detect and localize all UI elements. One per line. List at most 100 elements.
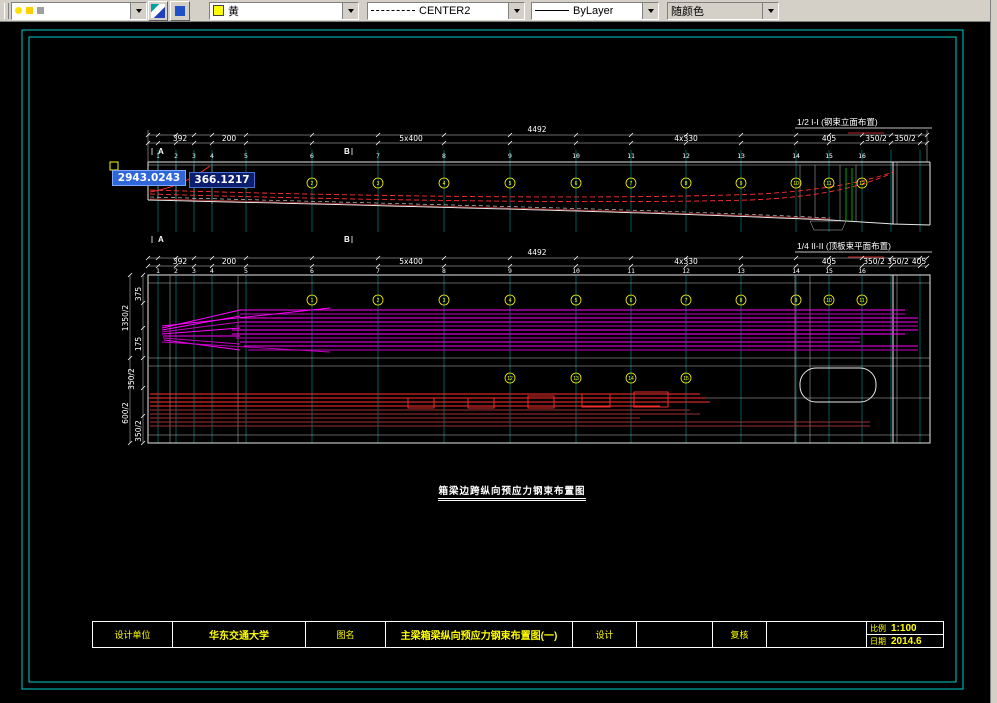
dim-label: 392 — [173, 257, 188, 266]
dim-label: 405 — [822, 134, 837, 143]
station-number: 4 — [210, 267, 214, 275]
bearing-outline — [799, 367, 877, 403]
tendon-marker-label: 6 — [630, 298, 633, 304]
station-number: 10 — [572, 267, 580, 275]
color-combo-value: 黄 — [228, 5, 239, 18]
section-marker-a: A — [151, 147, 164, 156]
linetype-combo-value: CENTER2 — [419, 4, 471, 17]
titleblock-designer-label: 设计 — [573, 622, 637, 647]
dim-label: 4492 — [527, 248, 546, 257]
linetype-sample-icon — [371, 10, 415, 11]
tendon-marker-label: 8 — [685, 181, 688, 187]
layer-previous-button[interactable] — [170, 0, 190, 21]
lineweight-combo[interactable]: ByLayer — [531, 1, 659, 20]
dim-label: 5x400 — [399, 257, 423, 266]
station-number: 6 — [310, 267, 314, 275]
dim-label: 175 — [134, 337, 143, 352]
tendon-marker-label: 3 — [443, 298, 446, 304]
tendon-marker-label: 10 — [826, 298, 832, 304]
drawing-canvas[interactable]: 4492 392 200 5x400 4x330 405 350/2 350/2… — [0, 22, 990, 703]
tendon-marker-label: 8 — [740, 298, 743, 304]
linetype-combo[interactable]: CENTER2 — [367, 1, 525, 20]
station-number: 16 — [858, 267, 866, 275]
toolbar-grip[interactable] — [4, 2, 9, 19]
right-scrollbar[interactable] — [990, 0, 997, 703]
dim-label: 405 — [822, 257, 837, 266]
tendon-marker-label: 11 — [826, 181, 831, 187]
coord-input-x[interactable]: 2943.0243 — [112, 170, 186, 186]
layer-combo-arrow-icon[interactable] — [130, 2, 146, 19]
section-marker-a: A — [151, 235, 164, 244]
dim-label: 4x330 — [674, 134, 698, 143]
station-number: 13 — [737, 267, 745, 275]
tendon-marker-label: 1 — [311, 298, 314, 304]
color-combo[interactable]: 黄 — [209, 1, 359, 20]
section-label: B — [344, 147, 350, 156]
layer-lock-icon — [37, 7, 44, 14]
elevation-view-label: 1/2 I-I (钢束立面布置) — [797, 117, 878, 127]
date-value: 2014.6 — [891, 635, 922, 647]
tendon-marker-label: 3 — [377, 181, 380, 187]
dim-label: 350/2 — [127, 368, 136, 390]
station-number: 7 — [376, 267, 380, 275]
tendon-marker-label: 9 — [795, 298, 798, 304]
tendon-marker-label: 4 — [443, 181, 446, 187]
section-label: A — [158, 235, 164, 244]
pier-top — [809, 220, 847, 231]
color-swatch — [213, 5, 224, 16]
tendon-marker-label: 14 — [628, 376, 634, 382]
station-number: 9 — [508, 267, 512, 275]
plan-view-label: 1/4 II-II (顶板束平面布置) — [797, 241, 891, 251]
layer-on-icon — [15, 7, 22, 14]
tendon-marker-label: 2 — [311, 181, 314, 187]
station-number: 2 — [174, 267, 178, 275]
dim-label: 405 — [912, 257, 927, 266]
title-block: 设计单位 华东交通大学 图名 主梁箱梁纵向预应力钢束布置图(一) 设计 复核 比… — [92, 621, 944, 648]
lineweight-combo-value: ByLayer — [573, 4, 614, 17]
tendon-marker-label: 9 — [740, 181, 743, 187]
layer-properties-button[interactable] — [148, 0, 168, 21]
station-number: 14 — [792, 267, 800, 275]
tendon-marker-label: 7 — [630, 181, 633, 187]
station-number: 8 — [442, 267, 446, 275]
dim-label: 375 — [134, 287, 143, 302]
sheet-inner-frame — [28, 36, 957, 683]
dim-label: 350/2 — [887, 257, 909, 266]
lineweight-sample-icon — [535, 10, 569, 11]
layer-states-icon — [173, 3, 187, 18]
color-combo-arrow-icon[interactable] — [342, 2, 358, 19]
coord-input-y[interactable]: 366.1217 — [189, 172, 255, 188]
plotstyle-combo-arrow-icon[interactable] — [762, 2, 778, 19]
titleblock-drawing-name-value: 主梁箱梁纵向预应力钢束布置图(一) — [386, 622, 573, 647]
cad-drawing: 4492 392 200 5x400 4x330 405 350/2 350/2… — [21, 29, 964, 690]
dim-label: 392 — [173, 134, 188, 143]
tendon-marker-label: 7 — [685, 298, 688, 304]
station-number: 3 — [192, 267, 196, 275]
dim-label: 200 — [222, 257, 237, 266]
tendon-marker-label: 12 — [859, 181, 865, 187]
dim-label: 350/2 — [894, 134, 916, 143]
plotstyle-combo-value: 随颜色 — [671, 5, 704, 18]
tendon-marker-label: 2 — [377, 298, 380, 304]
titleblock-checker-value — [767, 622, 867, 647]
plotstyle-combo[interactable]: 随颜色 — [667, 1, 779, 20]
station-number: 15 — [825, 267, 833, 275]
tendon-marker-label: 15 — [683, 376, 689, 382]
sheet-outer-frame — [21, 29, 964, 690]
dim-label: 200 — [222, 134, 237, 143]
tendon-marker-label: 10 — [793, 181, 799, 187]
section-label: B — [344, 235, 350, 244]
layer-combo[interactable] — [11, 1, 147, 20]
station-number: 11 — [627, 267, 635, 275]
titleblock-designer-value — [637, 622, 713, 647]
osnap-marker — [109, 161, 119, 171]
dim-label: 5x400 — [399, 134, 423, 143]
station-number: 5 — [244, 267, 248, 275]
dim-label: 600/2 — [121, 402, 130, 424]
titleblock-checker-label: 复核 — [713, 622, 767, 647]
dim-label: 350/2 — [134, 420, 143, 442]
tendon-marker-label: 13 — [573, 376, 579, 382]
tendon-marker-label: 11 — [859, 298, 864, 304]
linetype-combo-arrow-icon[interactable] — [508, 2, 524, 19]
lineweight-combo-arrow-icon[interactable] — [642, 2, 658, 19]
